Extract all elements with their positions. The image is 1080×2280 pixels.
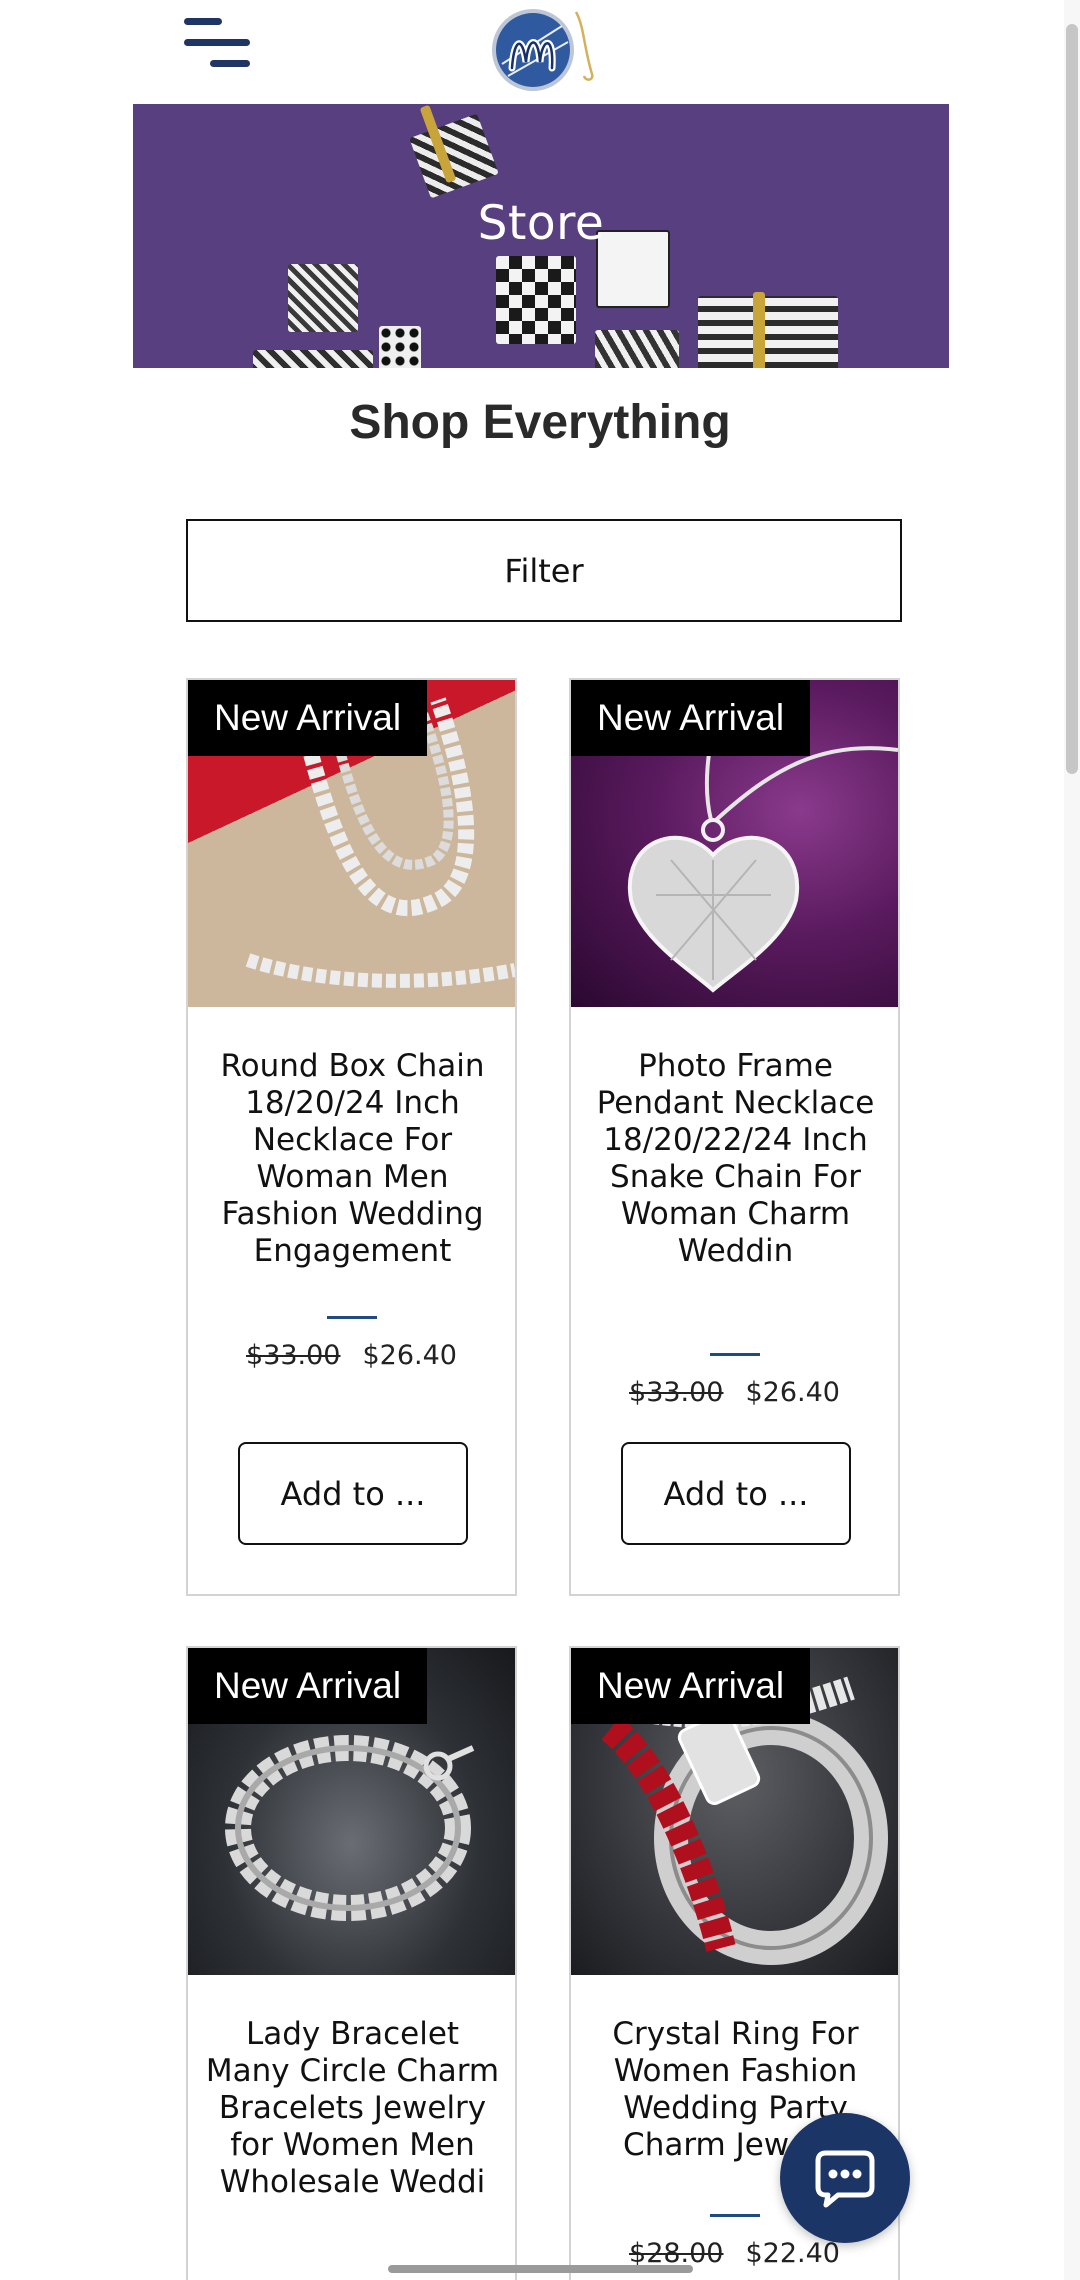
page-title: Shop Everything	[349, 396, 731, 449]
add-to-cart-button[interactable]: Add to ...	[621, 1442, 851, 1545]
original-price: $33.00	[629, 1377, 724, 1408]
product-title[interactable]: Lady Bracelet Many Circle Charm Bracelet…	[200, 2016, 505, 2201]
hero-title: Store	[477, 196, 605, 251]
gift-box-image	[496, 256, 576, 344]
gift-box-image	[409, 113, 499, 199]
gift-box-image	[698, 296, 838, 368]
new-arrival-badge: New Arrival	[571, 680, 811, 756]
brand-logo-icon[interactable]	[488, 4, 598, 94]
hamburger-menu-icon[interactable]	[182, 16, 252, 74]
product-image[interactable]: New Arrival	[571, 680, 898, 1007]
gift-box-image	[379, 326, 421, 368]
price-row: $33.00 $26.40	[188, 1340, 515, 1371]
new-arrival-badge: New Arrival	[188, 1648, 428, 1724]
scrollbar-track[interactable]	[1064, 0, 1080, 2280]
sale-price: $26.40	[745, 1377, 840, 1408]
gift-box-image	[753, 292, 765, 368]
title-divider	[710, 2214, 760, 2217]
product-image[interactable]: New Arrival	[188, 1648, 515, 1975]
title-divider	[327, 1316, 377, 1319]
title-divider	[710, 1353, 760, 1356]
add-to-cart-button[interactable]: Add to ...	[238, 1442, 468, 1545]
product-image[interactable]: New Arrival	[188, 680, 515, 1007]
sale-price: $26.40	[362, 1340, 457, 1371]
product-title[interactable]: Photo Frame Pendant Necklace 18/20/22/24…	[583, 1048, 888, 1270]
original-price: $33.00	[246, 1340, 341, 1371]
gift-box-image	[288, 264, 358, 332]
filter-button[interactable]: Filter	[186, 519, 902, 622]
product-card[interactable]: New Arrival Round Box Chain 18/20/24 Inc…	[186, 678, 517, 1596]
product-image[interactable]: New Arrival	[571, 1648, 898, 1975]
gift-box-image	[253, 350, 373, 368]
product-card[interactable]: New Arrival Photo Frame Pendant Necklace…	[569, 678, 900, 1596]
chat-button[interactable]	[780, 2113, 910, 2243]
home-indicator[interactable]	[388, 2265, 693, 2273]
chat-bubble-icon	[815, 2150, 875, 2208]
header	[0, 0, 1080, 104]
gift-box-image	[595, 330, 679, 368]
new-arrival-badge: New Arrival	[571, 1648, 811, 1724]
product-card[interactable]: New Arrival Lady Bracelet Many Circle Ch…	[186, 1646, 517, 2280]
price-row: $33.00 $26.40	[571, 1377, 898, 1408]
product-title[interactable]: Round Box Chain 18/20/24 Inch Necklace F…	[200, 1048, 505, 1270]
new-arrival-badge: New Arrival	[188, 680, 428, 756]
hero-banner: Store	[133, 104, 949, 368]
